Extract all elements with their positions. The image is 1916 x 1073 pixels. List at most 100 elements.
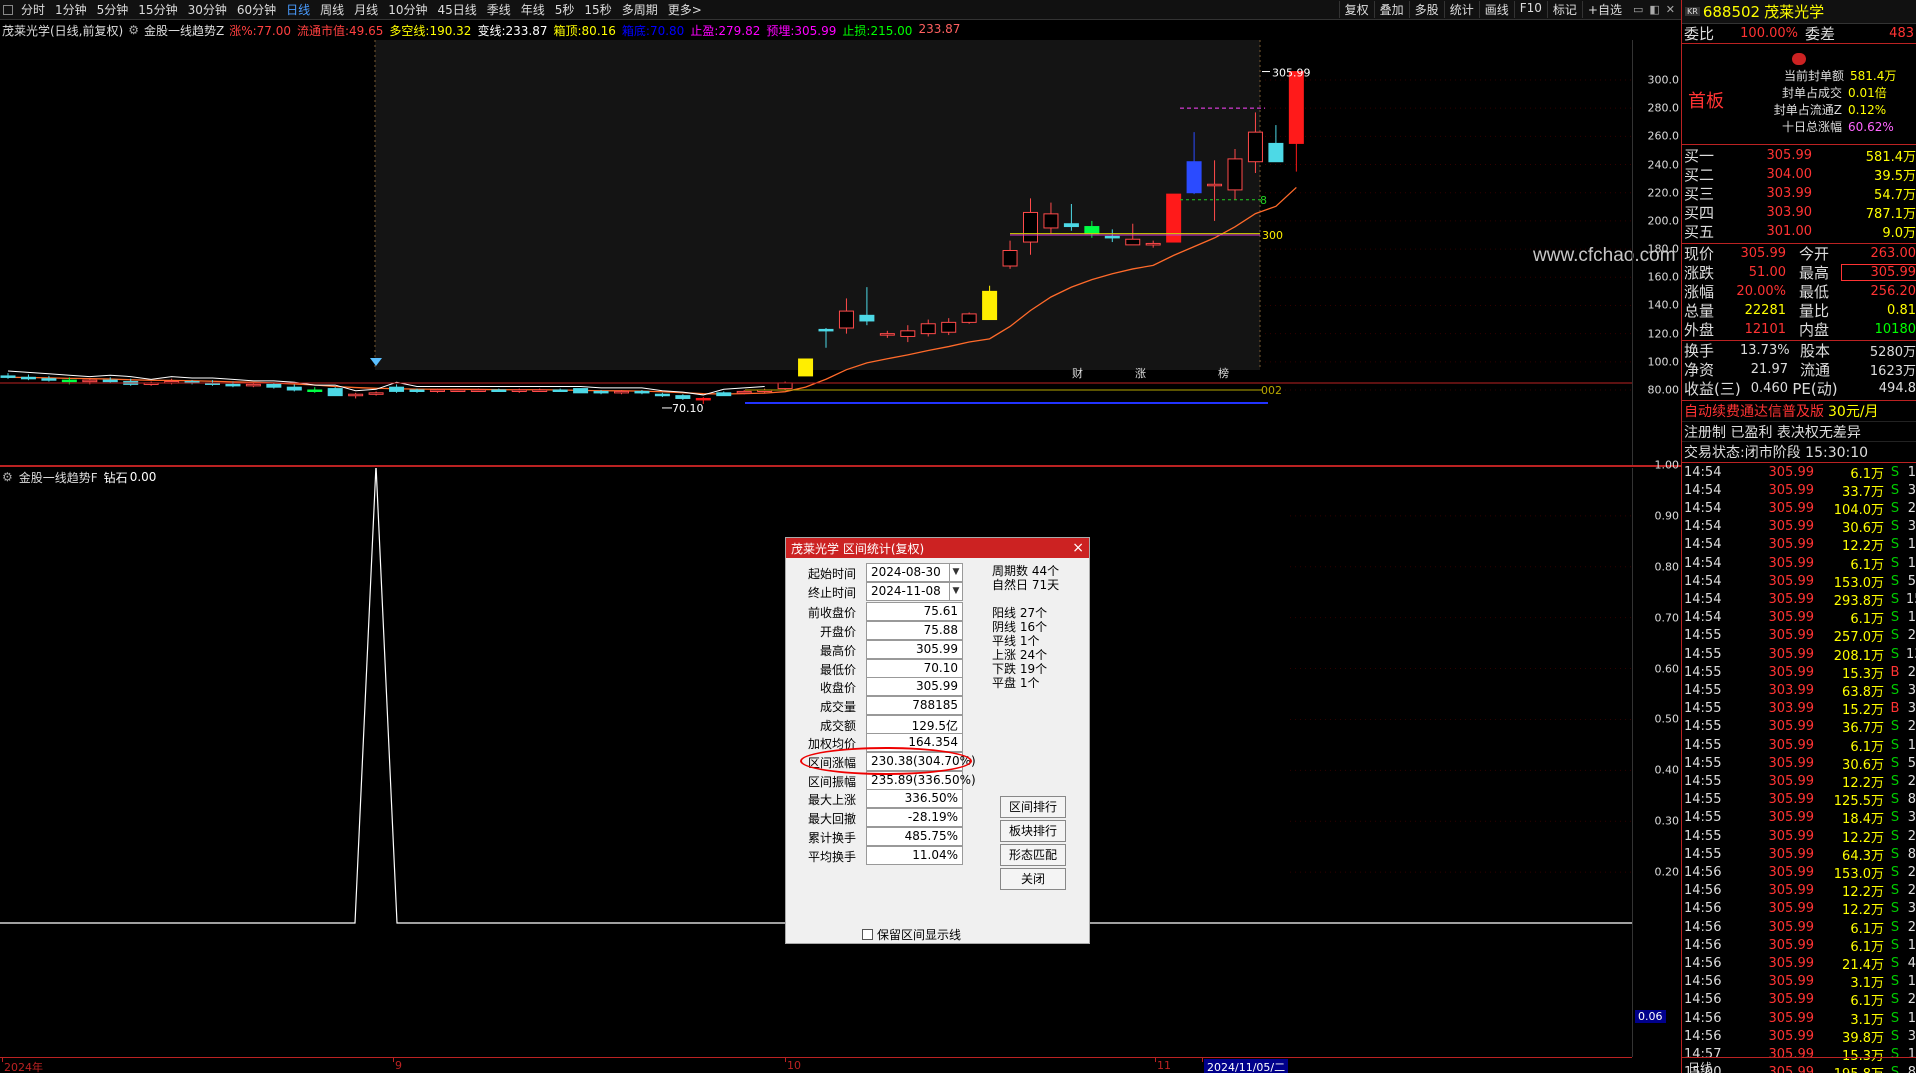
candle — [1023, 211, 1038, 243]
period-tab[interactable]: 5分钟 — [92, 1, 134, 18]
period-tab[interactable]: 日线 — [281, 1, 315, 18]
stat-label: 收盘价 — [819, 681, 856, 696]
toolbar-button[interactable]: 画线 — [1478, 1, 1514, 18]
quote-value: 5280万 — [1869, 345, 1916, 360]
gear-icon[interactable]: ⚙ — [2, 470, 13, 484]
stat-label: 前收盘价 — [807, 606, 856, 621]
period-tab[interactable]: 45日线 — [432, 1, 481, 18]
toolbar-button[interactable]: 多股 — [1408, 1, 1444, 18]
trade-side: S — [1890, 883, 1900, 899]
dialog-button[interactable]: 形态匹配 — [1000, 844, 1066, 866]
stat-count: 自然日 71天 — [992, 578, 1060, 592]
candle — [716, 392, 732, 397]
trade-volume: 12.2万 — [1842, 775, 1884, 791]
bottom-bar: 日线 — [1682, 1057, 1916, 1073]
toolbar-button[interactable]: +自选 — [1581, 1, 1627, 18]
period-tab[interactable]: 15秒 — [579, 1, 616, 18]
candlestick-chart[interactable]: 305.99 70.10 300 8 002 财 涨 榜 — [0, 40, 1632, 465]
trade-volume: 6.1万 — [1850, 994, 1884, 1010]
order-level[interactable]: 买三 303.99 54.7万 — [1682, 184, 1916, 203]
trade-row: 14:56 305.99 6.1万 S 1 — [1682, 936, 1916, 955]
quote-row: 净资 21.97 流通 1623万 — [1682, 360, 1916, 379]
toolbar-button[interactable]: 标记 — [1546, 1, 1582, 18]
indicator-name[interactable]: 金股一线趋势Z — [144, 22, 224, 39]
highlight-ellipse — [800, 747, 972, 775]
quote-label: 涨跌 — [1684, 264, 1715, 282]
toolbar-button[interactable]: 叠加 — [1373, 1, 1409, 18]
order-book: 买一 305.99 581.4万 买二 304.00 39.5万 买三 303.99 54.7万… — [1682, 146, 1916, 241]
period-tab[interactable]: 多周期 — [617, 1, 663, 18]
order-level[interactable]: 买四 303.90 787.1万 — [1682, 203, 1916, 222]
trade-price: 305.99 — [1768, 646, 1815, 662]
candle — [61, 379, 77, 383]
window-buttons[interactable]: ▭ ◧ ✕ — [1627, 3, 1681, 16]
seal-label: 封单占成交 — [1781, 86, 1842, 100]
period-tab[interactable]: 季线 — [482, 1, 516, 18]
stat-label: 成交量 — [819, 699, 856, 714]
price-tick: 180.0 — [1647, 242, 1680, 256]
period-tab[interactable]: 更多> — [663, 1, 707, 18]
trade-price: 305.99 — [1768, 773, 1815, 789]
quote-label: PE(动) — [1792, 380, 1838, 398]
candle — [1104, 235, 1120, 239]
toolbar-right: 复权 叠加 多股 统计 画线 F10 标记 +自选 — [1338, 1, 1627, 18]
keep-range-checkbox[interactable]: 保留区间显示线 — [862, 926, 961, 943]
trade-price: 305.99 — [1768, 974, 1815, 990]
trade-time: 14:55 — [1684, 737, 1722, 753]
period-tab[interactable]: 1分钟 — [50, 1, 92, 18]
indicator-number: 279.82 — [718, 23, 761, 38]
trade-side: S — [1890, 901, 1900, 917]
stat-field: 70.10 — [866, 658, 963, 678]
checkbox-icon[interactable] — [862, 929, 873, 940]
period-tab[interactable]: 月线 — [349, 1, 383, 18]
candle — [20, 376, 36, 380]
quote-table: 现价 305.99 今开 263.00 涨跌 51.00 最高 305.99 涨幅 20.00% 最… — [1682, 243, 1916, 339]
order-qty: 581.4万 — [1865, 150, 1916, 165]
period-tab[interactable]: 年线 — [516, 1, 550, 18]
candle — [1002, 250, 1018, 267]
dialog-button[interactable]: 区间排行 — [1000, 796, 1066, 818]
trade-time: 14:56 — [1684, 901, 1722, 917]
toolbar-button[interactable]: F10 — [1513, 1, 1547, 18]
trade-row: 14:54 305.99 6.1万 S 1 — [1682, 554, 1916, 573]
main-chart-area[interactable]: 305.99 70.10 300 8 002 财涨榜 www.cfchao.com — [0, 40, 1676, 465]
pane-separator[interactable] — [0, 465, 1681, 467]
order-level[interactable]: 买一 305.99 581.4万 — [1682, 146, 1916, 165]
close-icon[interactable]: ✕ — [1666, 3, 1675, 16]
checkbox-label: 保留区间显示线 — [877, 928, 962, 942]
stat-label: 平均换手 — [807, 849, 856, 864]
trade-row: 14:54 305.99 6.1万 S 1 — [1682, 463, 1916, 482]
dialog-button[interactable]: 板块排行 — [1000, 820, 1066, 842]
period-tab[interactable]: 60分钟 — [232, 1, 281, 18]
window-menu-icon[interactable] — [3, 4, 13, 15]
order-level[interactable]: 买五 301.00 9.0万 — [1682, 222, 1916, 241]
candle — [1063, 223, 1079, 228]
stat-field: 336.50% — [866, 789, 963, 809]
period-tab[interactable]: 15分钟 — [133, 1, 182, 18]
chevron-down-icon[interactable]: ▼ — [949, 582, 962, 600]
candle — [41, 378, 57, 381]
dialog-titlebar[interactable]: 茂莱光学 区间统计(复权) × — [786, 538, 1089, 558]
stat-field: 485.75% — [866, 826, 963, 846]
order-level[interactable]: 买二 304.00 39.5万 — [1682, 165, 1916, 184]
trade-list[interactable]: 14:54 305.99 6.1万 S 1 14:54 305.99 33.7万 S 3 14:54… — [1682, 462, 1916, 1073]
toolbar-button[interactable]: 复权 — [1338, 1, 1374, 18]
trade-count: 13 — [1906, 646, 1916, 662]
candle — [879, 333, 895, 336]
toolbar-button[interactable]: 统计 — [1443, 1, 1479, 18]
trade-price: 305.99 — [1768, 573, 1815, 589]
close-icon[interactable]: × — [1072, 540, 1084, 556]
weibi-row: 委比 100.00% 委差 483 — [1682, 25, 1916, 44]
period-tab[interactable]: 30分钟 — [183, 1, 232, 18]
chevron-down-icon[interactable]: ▼ — [949, 564, 962, 581]
gear-icon[interactable]: ⚙ — [128, 23, 139, 37]
minimize-icon[interactable]: ▭ — [1633, 3, 1643, 16]
period-tab[interactable]: 分时 — [16, 1, 50, 18]
trade-row: 14:56 305.99 3.1万 S 1 — [1682, 973, 1916, 991]
period-tab[interactable]: 周线 — [315, 1, 349, 18]
period-tab[interactable]: 5秒 — [550, 1, 580, 18]
indicator-title[interactable]: 金股一线趋势F — [19, 469, 98, 486]
dialog-button[interactable]: 关闭 — [1000, 868, 1066, 890]
period-tab[interactable]: 10分钟 — [383, 1, 432, 18]
maximize-icon[interactable]: ◧ — [1649, 3, 1659, 16]
